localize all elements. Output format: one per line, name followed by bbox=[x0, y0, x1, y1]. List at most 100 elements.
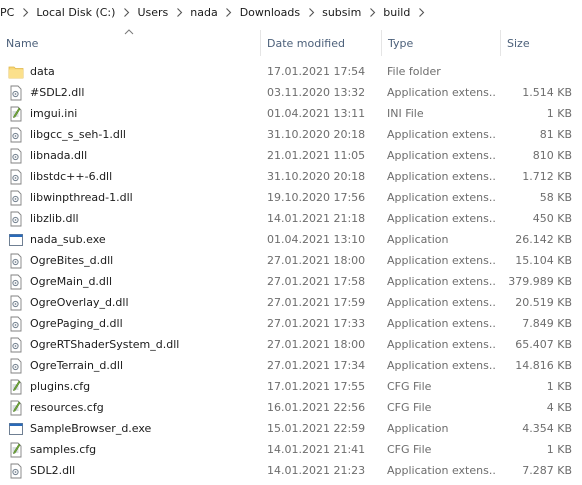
file-name[interactable]: data bbox=[30, 65, 55, 78]
file-row[interactable]: data 17.01.2021 17:54 File folder bbox=[0, 61, 582, 82]
column-header-type[interactable]: Type bbox=[382, 28, 500, 58]
file-row[interactable]: libgcc_s_seh-1.dll 31.10.2020 20:18 Applic… bbox=[0, 124, 582, 145]
file-type: Application bbox=[387, 233, 449, 246]
file-name[interactable]: OgreMain_d.dll bbox=[30, 275, 112, 288]
file-name-cell[interactable]: OgrePaging_d.dll bbox=[8, 313, 260, 334]
file-name[interactable]: libstdc++-6.dll bbox=[30, 170, 112, 183]
chevron-right-icon[interactable] bbox=[365, 1, 379, 23]
file-row[interactable]: plugins.cfg 17.01.2021 17:55 CFG File 1 KB bbox=[0, 376, 582, 397]
file-row[interactable]: OgrePaging_d.dll 27.01.2021 17:33 Applicat… bbox=[0, 313, 582, 334]
file-name-cell[interactable]: imgui.ini bbox=[8, 103, 260, 124]
file-row[interactable]: libzlib.dll 14.01.2021 21:18 Application e… bbox=[0, 208, 582, 229]
breadcrumb[interactable]: PC Local Disk (C:) Users nada Downloads subsi… bbox=[0, 0, 582, 25]
breadcrumb-item[interactable]: Users bbox=[133, 1, 172, 23]
file-name[interactable]: OgreTerrain_d.dll bbox=[30, 359, 123, 372]
file-name[interactable]: imgui.ini bbox=[30, 107, 77, 120]
file-name-cell[interactable]: SDL2.dll bbox=[8, 460, 260, 481]
chevron-right-icon[interactable] bbox=[414, 1, 428, 23]
cfg-file-icon bbox=[8, 379, 24, 395]
file-row[interactable]: imgui.ini 01.04.2021 13:11 INI File 1 KB bbox=[0, 103, 582, 124]
breadcrumb-item[interactable]: build bbox=[379, 1, 414, 23]
file-name-cell[interactable]: OgreBites_d.dll bbox=[8, 250, 260, 271]
file-row[interactable]: resources.cfg 16.01.2021 22:56 CFG File 4 K… bbox=[0, 397, 582, 418]
file-row[interactable]: SDL2.dll 14.01.2021 21:23 Application exte… bbox=[0, 460, 582, 481]
file-type: Application extens... bbox=[387, 275, 495, 288]
chevron-right-icon[interactable] bbox=[18, 1, 32, 23]
file-name-cell[interactable]: data bbox=[8, 61, 260, 82]
breadcrumb-item[interactable]: subsim bbox=[318, 1, 365, 23]
file-size: 7.849 KB bbox=[522, 317, 572, 330]
column-header-date-label: Date modified bbox=[267, 36, 345, 50]
column-header-date[interactable]: Date modified bbox=[261, 28, 381, 58]
file-name-cell[interactable]: nada_sub.exe bbox=[8, 229, 260, 250]
file-size: 810 KB bbox=[532, 149, 572, 162]
file-name-cell[interactable]: libgcc_s_seh-1.dll bbox=[8, 124, 260, 145]
file-name[interactable]: resources.cfg bbox=[30, 401, 104, 414]
file-row[interactable]: OgreBites_d.dll 27.01.2021 18:00 Applicati… bbox=[0, 250, 582, 271]
cfg-file-icon bbox=[8, 442, 24, 458]
file-size: 58 KB bbox=[539, 191, 572, 204]
file-name-cell[interactable]: #SDL2.dll bbox=[8, 82, 260, 103]
chevron-right-icon[interactable] bbox=[222, 1, 236, 23]
file-name[interactable]: plugins.cfg bbox=[30, 380, 90, 393]
file-name[interactable]: OgreOverlay_d.dll bbox=[30, 296, 129, 309]
file-name-cell[interactable]: samples.cfg bbox=[8, 439, 260, 460]
file-row[interactable]: SampleBrowser_d.exe 15.01.2021 22:59 Appli… bbox=[0, 418, 582, 439]
ini-file-icon bbox=[8, 106, 24, 122]
file-row[interactable]: #SDL2.dll 03.11.2020 13:32 Application ext… bbox=[0, 82, 582, 103]
file-name-cell[interactable]: OgreTerrain_d.dll bbox=[8, 355, 260, 376]
file-row[interactable]: libstdc++-6.dll 31.10.2020 20:18 Applicati… bbox=[0, 166, 582, 187]
breadcrumb-item[interactable]: Downloads bbox=[236, 1, 304, 23]
column-header-name[interactable]: Name bbox=[0, 28, 260, 58]
file-row[interactable]: OgreOverlay_d.dll 27.01.2021 17:59 Applica… bbox=[0, 292, 582, 313]
file-name[interactable]: SDL2.dll bbox=[30, 464, 75, 477]
chevron-right-icon[interactable] bbox=[304, 1, 318, 23]
file-name-cell[interactable]: libstdc++-6.dll bbox=[8, 166, 260, 187]
file-name[interactable]: libwinpthread-1.dll bbox=[30, 191, 133, 204]
file-name[interactable]: OgrePaging_d.dll bbox=[30, 317, 123, 330]
file-row[interactable]: libnada.dll 21.01.2021 11:05 Application e… bbox=[0, 145, 582, 166]
column-header-size-label: Size bbox=[507, 36, 530, 50]
file-name-cell[interactable]: libnada.dll bbox=[8, 145, 260, 166]
file-row[interactable]: libwinpthread-1.dll 19.10.2020 17:56 Appli… bbox=[0, 187, 582, 208]
file-name[interactable]: OgreRTShaderSystem_d.dll bbox=[30, 338, 179, 351]
breadcrumb-item[interactable]: nada bbox=[186, 1, 221, 23]
file-name-cell[interactable]: OgreMain_d.dll bbox=[8, 271, 260, 292]
breadcrumb-item[interactable]: PC bbox=[0, 1, 18, 23]
file-size: 1.712 KB bbox=[522, 170, 572, 183]
file-date-modified: 27.01.2021 17:34 bbox=[267, 359, 366, 372]
file-name-cell[interactable]: libzlib.dll bbox=[8, 208, 260, 229]
file-name[interactable]: OgreBites_d.dll bbox=[30, 254, 113, 267]
file-name[interactable]: libgcc_s_seh-1.dll bbox=[30, 128, 126, 141]
file-name-cell[interactable]: OgreOverlay_d.dll bbox=[8, 292, 260, 313]
file-type: Application extens... bbox=[387, 254, 495, 267]
folder-icon bbox=[8, 64, 24, 80]
file-row[interactable]: nada_sub.exe 01.04.2021 13:10 Application 2… bbox=[0, 229, 582, 250]
file-name-cell[interactable]: resources.cfg bbox=[8, 397, 260, 418]
file-name[interactable]: nada_sub.exe bbox=[30, 233, 106, 246]
file-name[interactable]: samples.cfg bbox=[30, 443, 96, 456]
file-row[interactable]: OgreRTShaderSystem_d.dll 27.01.2021 18:00… bbox=[0, 334, 582, 355]
chevron-right-icon[interactable] bbox=[172, 1, 186, 23]
file-row[interactable]: samples.cfg 14.01.2021 21:41 CFG File 1 KB bbox=[0, 439, 582, 460]
file-name-cell[interactable]: SampleBrowser_d.exe bbox=[8, 418, 260, 439]
file-name-cell[interactable]: OgreRTShaderSystem_d.dll bbox=[8, 334, 260, 355]
file-name-cell[interactable]: libwinpthread-1.dll bbox=[8, 187, 260, 208]
column-header-type-label: Type bbox=[388, 36, 414, 50]
file-name[interactable]: SampleBrowser_d.exe bbox=[30, 422, 151, 435]
chevron-right-icon[interactable] bbox=[119, 1, 133, 23]
breadcrumb-item[interactable]: Local Disk (C:) bbox=[32, 1, 119, 23]
file-name[interactable]: libnada.dll bbox=[30, 149, 87, 162]
file-row[interactable]: OgreMain_d.dll 27.01.2021 17:58 Applicatio… bbox=[0, 271, 582, 292]
file-explorer-window: PC Local Disk (C:) Users nada Downloads subsi… bbox=[0, 0, 582, 485]
file-name[interactable]: #SDL2.dll bbox=[30, 86, 84, 99]
file-size: 14.816 KB bbox=[515, 359, 572, 372]
file-date-modified: 27.01.2021 18:00 bbox=[267, 338, 366, 351]
file-date-modified: 19.10.2020 17:56 bbox=[267, 191, 366, 204]
file-type: Application extens... bbox=[387, 212, 495, 225]
file-name[interactable]: libzlib.dll bbox=[30, 212, 79, 225]
file-row[interactable]: OgreTerrain_d.dll 27.01.2021 17:34 Applica… bbox=[0, 355, 582, 376]
file-size: 1 KB bbox=[546, 380, 572, 393]
file-name-cell[interactable]: plugins.cfg bbox=[8, 376, 260, 397]
column-header-size[interactable]: Size bbox=[501, 28, 582, 58]
